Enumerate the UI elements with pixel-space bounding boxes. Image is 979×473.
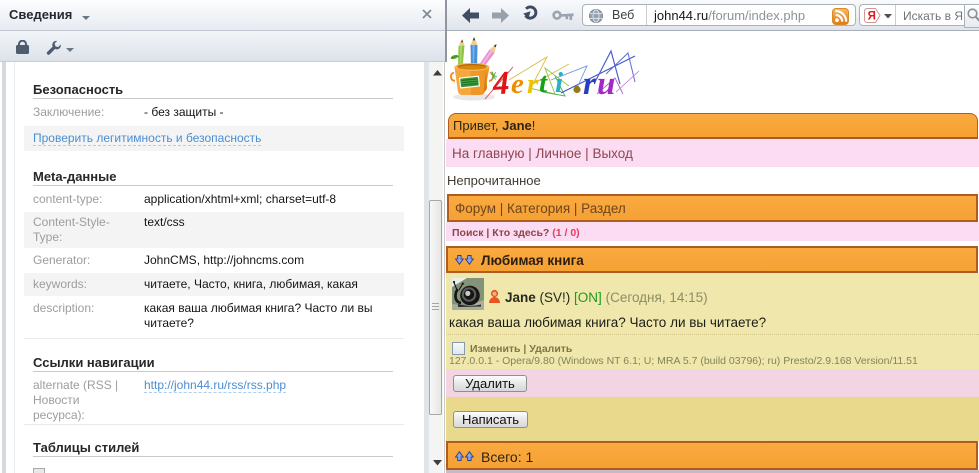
svg-text:4: 4: [491, 65, 510, 102]
svg-text:r: r: [583, 66, 597, 102]
svg-text:e: e: [511, 68, 524, 100]
svg-text:u: u: [597, 66, 615, 102]
svg-text:Я: Я: [868, 11, 876, 23]
svg-text:i: i: [555, 67, 563, 99]
svg-text:r: r: [527, 68, 539, 100]
svg-text:t: t: [539, 67, 548, 99]
